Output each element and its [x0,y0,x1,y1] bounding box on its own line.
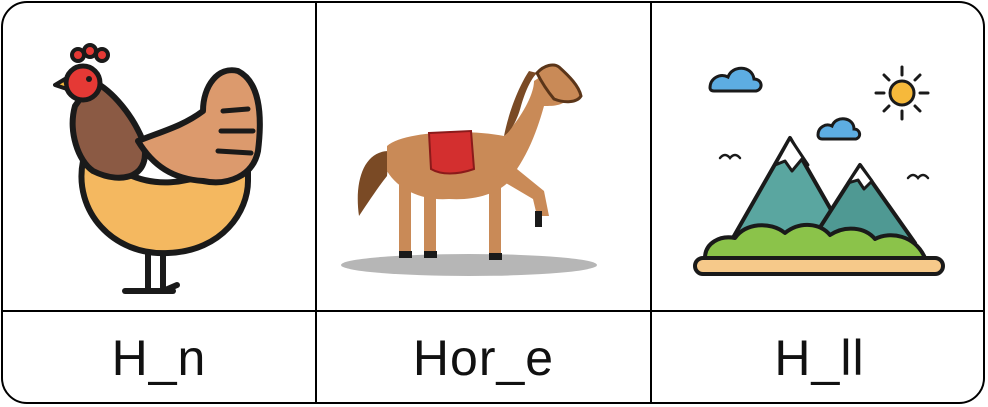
horse-icon [341,63,597,276]
sun-icon [874,65,930,121]
word-horse: Hor_e [412,330,555,386]
hen-icon [53,43,263,294]
card-hill-image [652,3,983,310]
card-horse-image [317,3,650,310]
word-hill: H_ll [774,330,865,386]
word-hen: H_n [111,330,207,386]
card-hen-image [3,3,315,310]
word-card-table: H_n Hor_e H_ll [1,1,985,404]
hill-icon [693,65,945,276]
